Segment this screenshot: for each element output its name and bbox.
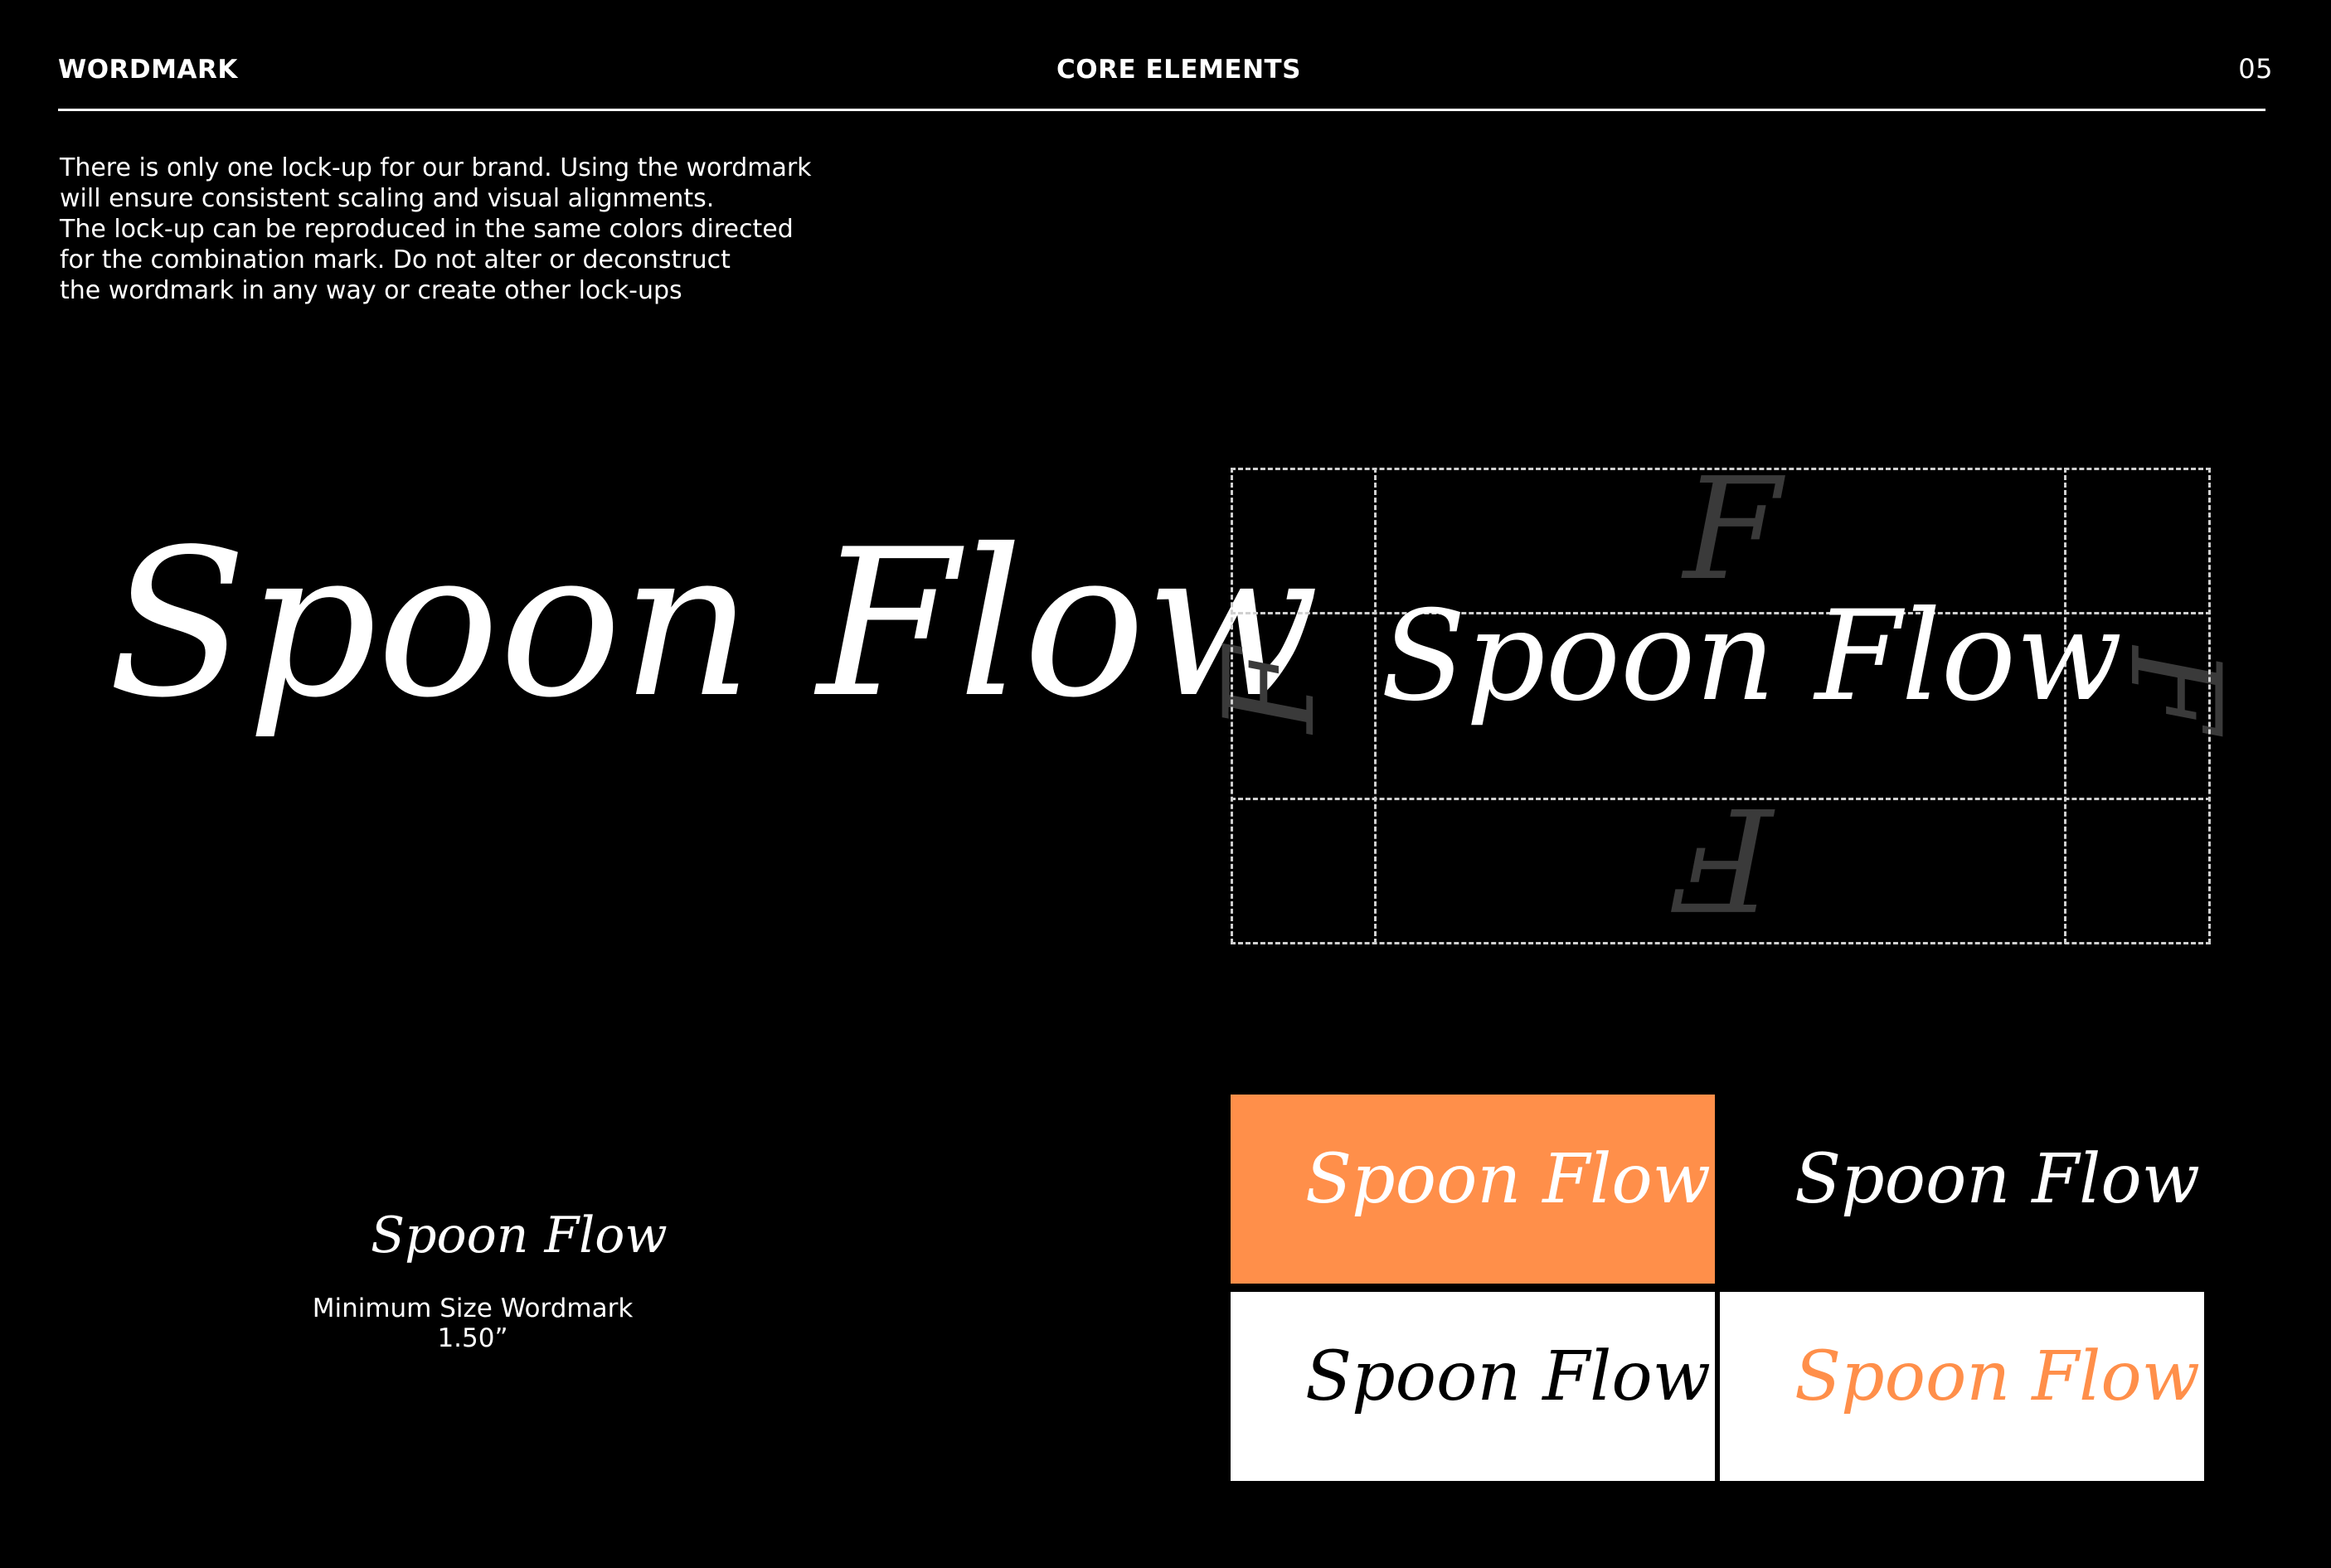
grid-line (2208, 468, 2211, 944)
intro-line: for the combination mark. Do not alter o… (60, 245, 731, 274)
variant-wordmark: Spoon Flow (1305, 1337, 1711, 1416)
grid-line (1231, 468, 1233, 944)
intro-line: will ensure consistent scaling and visua… (60, 184, 715, 213)
primary-wordmark: Spoon Flow (108, 506, 1319, 742)
grid-line (1374, 468, 1377, 944)
minimum-size-value: 1.50” (437, 1323, 508, 1353)
intro-paragraph: There is only one lock-up for our brand.… (60, 153, 972, 306)
minimum-size-label: Minimum Size Wordmark (312, 1294, 634, 1323)
clearspace-glyph-right: F (2102, 646, 2247, 734)
intro-line: The lock-up can be reproduced in the sam… (60, 215, 794, 244)
minimum-size-wordmark: Spoon Flow (371, 1206, 668, 1265)
chapter-title: CORE ELEMENTS (1056, 55, 1301, 85)
variant-tile-white-orange: Spoon Flow (1720, 1292, 2204, 1481)
minimum-size-caption: Minimum Size Wordmark 1.50” (307, 1294, 639, 1353)
section-title: WORDMARK (58, 55, 238, 85)
variant-tile-orange: Spoon Flow (1231, 1095, 1715, 1284)
header-divider (58, 109, 2265, 111)
clearspace-wordmark: Spoon Flow (1381, 585, 2123, 729)
variant-wordmark: Spoon Flow (1305, 1140, 1711, 1219)
intro-line: the wordmark in any way or create other … (60, 276, 682, 305)
variant-tile-white-black: Spoon Flow (1231, 1292, 1715, 1481)
intro-line: There is only one lock-up for our brand.… (60, 153, 812, 182)
variant-wordmark: Spoon Flow (1794, 1337, 2200, 1416)
variant-tile-black: Spoon Flow (1720, 1095, 2204, 1284)
variant-wordmark: Spoon Flow (1794, 1140, 2200, 1219)
clearspace-glyph-left: F (1198, 646, 1343, 734)
page-number: 05 (2238, 53, 2273, 85)
